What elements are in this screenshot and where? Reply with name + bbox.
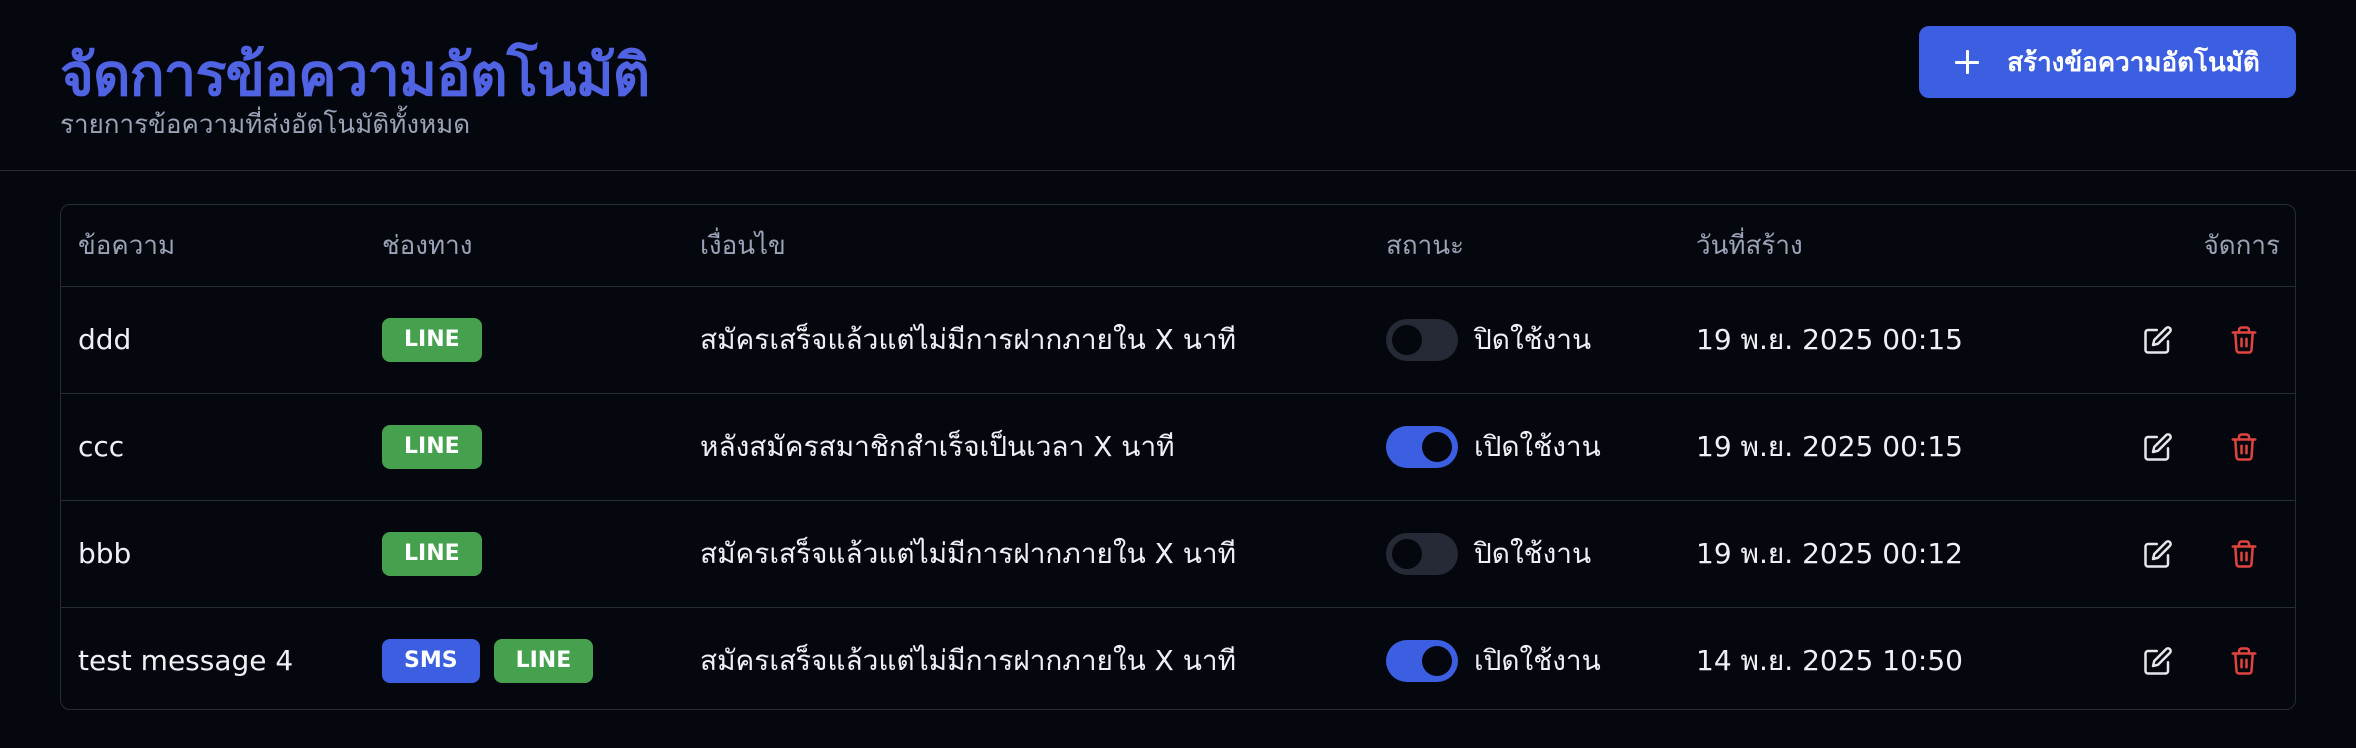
toggle-knob: [1392, 324, 1422, 355]
channel-cell: SMS LINE: [365, 607, 683, 709]
table-row: ccc LINE หลังสมัครสมาชิกสำเร็จเป็นเวลา X…: [61, 393, 2295, 501]
table-row: test message 4 SMS LINE สมัครเสร็จแล้วแต่…: [61, 607, 2295, 709]
status-cell: ปิดใช้งาน: [1369, 286, 1679, 394]
created-date-cell: 19 พ.ย. 2025 00:15: [1679, 286, 2109, 394]
status-label: ปิดใช้งาน: [1474, 536, 1592, 570]
message-cell: bbb: [61, 500, 365, 608]
column-header-actions: จัดการ: [2109, 205, 2295, 287]
message-cell: test message 4: [78, 644, 294, 677]
status-label: เปิดใช้งาน: [1474, 429, 1601, 463]
trash-icon[interactable]: [2227, 644, 2261, 678]
condition-cell: สมัครเสร็จแล้วแต่ไม่มีการฝากภายใน X นาที: [683, 286, 1369, 394]
channel-cell: LINE: [365, 500, 683, 608]
status-cell: ปิดใช้งาน: [1369, 500, 1679, 608]
trash-icon[interactable]: [2227, 537, 2261, 571]
actions-cell: [2109, 500, 2295, 608]
page-header: จัดการข้อความอัตโนมัติ รายการข้อความที่ส…: [60, 0, 2296, 170]
column-header-channel: ช่องทาง: [365, 205, 683, 287]
auto-message-table: ข้อความ ช่องทาง เงื่อนไข สถานะ วันที่สร้…: [60, 204, 2296, 710]
trash-icon[interactable]: [2227, 323, 2261, 357]
channel-cell: LINE: [365, 286, 683, 394]
status-cell: เปิดใช้งาน: [1369, 607, 1679, 709]
created-date-cell: 19 พ.ย. 2025 00:15: [1679, 393, 2109, 501]
condition-cell: สมัครเสร็จแล้วแต่ไม่มีการฝากภายใน X นาที: [683, 500, 1369, 608]
column-header-created: วันที่สร้าง: [1679, 205, 2109, 287]
channel-cell: LINE: [365, 393, 683, 501]
create-auto-message-button[interactable]: สร้างข้อความอัตโนมัติ: [1919, 26, 2296, 98]
created-date-cell: 19 พ.ย. 2025 00:12: [1679, 500, 2109, 608]
condition-cell: หลังสมัครสมาชิกสำเร็จเป็นเวลา X นาที: [683, 393, 1369, 501]
condition-cell: สมัครเสร็จแล้วแต่ไม่มีการฝากภายใน X นาที: [700, 643, 1237, 677]
status-label: เปิดใช้งาน: [1474, 643, 1601, 677]
status-label: ปิดใช้งาน: [1474, 322, 1592, 356]
table-body: ddd LINE สมัครเสร็จแล้วแต่ไม่มีการฝากภาย…: [61, 286, 2295, 709]
plus-icon: [1955, 50, 1980, 74]
header-divider: [0, 170, 2356, 171]
channel-badge-line: LINE: [382, 531, 482, 576]
status-toggle[interactable]: [1386, 532, 1458, 575]
channel-badge-sms: SMS: [382, 638, 480, 683]
status-toggle[interactable]: [1386, 639, 1458, 682]
status-cell: เปิดใช้งาน: [1369, 393, 1679, 501]
table-row: ddd LINE สมัครเสร็จแล้วแต่ไม่มีการฝากภาย…: [61, 286, 2295, 394]
actions-cell: [2109, 393, 2295, 501]
edit-icon[interactable]: [2141, 323, 2175, 357]
edit-icon[interactable]: [2141, 430, 2175, 464]
message-cell: ddd: [61, 286, 365, 394]
create-button-label: สร้างข้อความอัตโนมัติ: [2007, 47, 2260, 78]
edit-icon[interactable]: [2141, 644, 2175, 678]
table-header-row: ข้อความ ช่องทาง เงื่อนไข สถานะ วันที่สร้…: [61, 205, 2295, 287]
status-toggle[interactable]: [1386, 425, 1458, 468]
toggle-knob: [1422, 645, 1452, 676]
column-header-message: ข้อความ: [61, 205, 365, 287]
status-toggle[interactable]: [1386, 318, 1458, 361]
actions-cell: [2109, 607, 2295, 709]
trash-icon[interactable]: [2227, 430, 2261, 464]
page-subtitle: รายการข้อความที่ส่งอัตโนมัติทั้งหมด: [60, 110, 471, 140]
table-row: bbb LINE สมัครเสร็จแล้วแต่ไม่มีการฝากภาย…: [61, 500, 2295, 608]
channel-badge-line: LINE: [382, 424, 482, 469]
toggle-knob: [1392, 538, 1422, 569]
message-cell: ccc: [61, 393, 365, 501]
created-date-cell: 14 พ.ย. 2025 10:50: [1696, 643, 1963, 677]
edit-icon[interactable]: [2141, 537, 2175, 571]
column-header-status: สถานะ: [1369, 205, 1679, 287]
channel-badge-line: LINE: [493, 638, 594, 683]
toggle-knob: [1422, 431, 1452, 462]
actions-cell: [2109, 286, 2295, 394]
column-header-condition: เงื่อนไข: [683, 205, 1369, 287]
channel-badge-line: LINE: [382, 317, 482, 362]
